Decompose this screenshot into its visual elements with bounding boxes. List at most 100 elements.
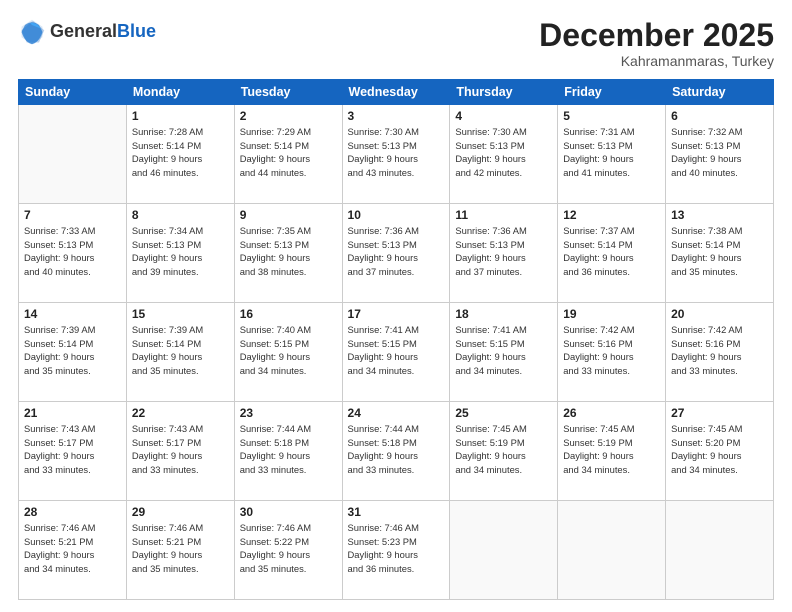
calendar-cell: 7 Sunrise: 7:33 AM Sunset: 5:13 PM Daylig… <box>19 204 127 303</box>
day-number: 29 <box>132 505 229 519</box>
day-info: Sunrise: 7:38 AM Sunset: 5:14 PM Dayligh… <box>671 224 768 279</box>
day-header-saturday: Saturday <box>666 80 774 105</box>
logo-text: GeneralBlue <box>50 22 156 42</box>
calendar-cell <box>19 105 127 204</box>
day-info: Sunrise: 7:31 AM Sunset: 5:13 PM Dayligh… <box>563 125 660 180</box>
calendar-cell: 23Sunrise: 7:44 AM Sunset: 5:18 PM Dayli… <box>234 402 342 501</box>
calendar-cell: 4Sunrise: 7:30 AM Sunset: 5:13 PM Daylig… <box>450 105 558 204</box>
day-number: 15 <box>132 307 229 321</box>
calendar-cell <box>558 501 666 600</box>
calendar-cell: 12 Sunrise: 7:37 AM Sunset: 5:14 PM Dayli… <box>558 204 666 303</box>
month-title: December 2025 <box>539 18 774 53</box>
day-info: Sunrise: 7:28 AM Sunset: 5:14 PM Dayligh… <box>132 125 229 180</box>
day-info: Sunrise: 7:36 AM Sunset: 5:13 PM Dayligh… <box>455 224 552 279</box>
day-info: Sunrise: 7:42 AM Sunset: 5:16 PM Dayligh… <box>563 323 660 378</box>
calendar-cell: 6 Sunrise: 7:32 AM Sunset: 5:13 PM Daylig… <box>666 105 774 204</box>
day-number: 25 <box>455 406 552 420</box>
day-info: Sunrise: 7:34 AM Sunset: 5:13 PM Dayligh… <box>132 224 229 279</box>
calendar-cell: 25 Sunrise: 7:45 AM Sunset: 5:19 PM Dayli… <box>450 402 558 501</box>
day-number: 24 <box>348 406 445 420</box>
day-number: 26 <box>563 406 660 420</box>
location: Kahramanmaras, Turkey <box>539 53 774 69</box>
calendar-cell: 19Sunrise: 7:42 AM Sunset: 5:16 PM Dayli… <box>558 303 666 402</box>
day-info: Sunrise: 7:36 AM Sunset: 5:13 PM Dayligh… <box>348 224 445 279</box>
calendar-cell: 29Sunrise: 7:46 AM Sunset: 5:21 PM Dayli… <box>126 501 234 600</box>
calendar-cell: 26 Sunrise: 7:45 AM Sunset: 5:19 PM Dayli… <box>558 402 666 501</box>
calendar-cell: 2 Sunrise: 7:29 AM Sunset: 5:14 PM Daylig… <box>234 105 342 204</box>
day-number: 10 <box>348 208 445 222</box>
calendar-cell: 10 Sunrise: 7:36 AM Sunset: 5:13 PM Dayli… <box>342 204 450 303</box>
day-info: Sunrise: 7:33 AM Sunset: 5:13 PM Dayligh… <box>24 224 121 279</box>
day-number: 21 <box>24 406 121 420</box>
day-number: 16 <box>240 307 337 321</box>
day-header-wednesday: Wednesday <box>342 80 450 105</box>
day-info: Sunrise: 7:30 AM Sunset: 5:13 PM Dayligh… <box>348 125 445 180</box>
day-info: Sunrise: 7:32 AM Sunset: 5:13 PM Dayligh… <box>671 125 768 180</box>
calendar-cell: 24 Sunrise: 7:44 AM Sunset: 5:18 PM Dayli… <box>342 402 450 501</box>
week-row-4: 21 Sunrise: 7:43 AM Sunset: 5:17 PM Dayli… <box>19 402 774 501</box>
calendar-cell: 28 Sunrise: 7:46 AM Sunset: 5:21 PM Dayli… <box>19 501 127 600</box>
day-number: 1 <box>132 109 229 123</box>
day-header-tuesday: Tuesday <box>234 80 342 105</box>
day-header-friday: Friday <box>558 80 666 105</box>
day-info: Sunrise: 7:29 AM Sunset: 5:14 PM Dayligh… <box>240 125 337 180</box>
day-info: Sunrise: 7:37 AM Sunset: 5:14 PM Dayligh… <box>563 224 660 279</box>
day-number: 12 <box>563 208 660 222</box>
calendar-cell: 22Sunrise: 7:43 AM Sunset: 5:17 PM Dayli… <box>126 402 234 501</box>
header: GeneralBlue December 2025 Kahramanmaras,… <box>18 18 774 69</box>
calendar-cell: 14 Sunrise: 7:39 AM Sunset: 5:14 PM Dayli… <box>19 303 127 402</box>
day-info: Sunrise: 7:46 AM Sunset: 5:22 PM Dayligh… <box>240 521 337 576</box>
calendar-cell: 8 Sunrise: 7:34 AM Sunset: 5:13 PM Daylig… <box>126 204 234 303</box>
day-number: 3 <box>348 109 445 123</box>
day-number: 11 <box>455 208 552 222</box>
day-info: Sunrise: 7:39 AM Sunset: 5:14 PM Dayligh… <box>24 323 121 378</box>
day-info: Sunrise: 7:43 AM Sunset: 5:17 PM Dayligh… <box>132 422 229 477</box>
calendar-cell: 18 Sunrise: 7:41 AM Sunset: 5:15 PM Dayli… <box>450 303 558 402</box>
day-info: Sunrise: 7:40 AM Sunset: 5:15 PM Dayligh… <box>240 323 337 378</box>
calendar-cell: 11 Sunrise: 7:36 AM Sunset: 5:13 PM Dayli… <box>450 204 558 303</box>
calendar-cell: 9Sunrise: 7:35 AM Sunset: 5:13 PM Daylig… <box>234 204 342 303</box>
logo: GeneralBlue <box>18 18 156 46</box>
day-number: 8 <box>132 208 229 222</box>
calendar-cell <box>666 501 774 600</box>
day-number: 2 <box>240 109 337 123</box>
calendar-header-row: SundayMondayTuesdayWednesdayThursdayFrid… <box>19 80 774 105</box>
calendar-cell: 15Sunrise: 7:39 AM Sunset: 5:14 PM Dayli… <box>126 303 234 402</box>
day-number: 14 <box>24 307 121 321</box>
day-info: Sunrise: 7:42 AM Sunset: 5:16 PM Dayligh… <box>671 323 768 378</box>
day-number: 28 <box>24 505 121 519</box>
day-number: 18 <box>455 307 552 321</box>
logo-line1: General <box>50 21 117 41</box>
day-number: 30 <box>240 505 337 519</box>
day-info: Sunrise: 7:46 AM Sunset: 5:21 PM Dayligh… <box>24 521 121 576</box>
day-info: Sunrise: 7:44 AM Sunset: 5:18 PM Dayligh… <box>348 422 445 477</box>
calendar-cell <box>450 501 558 600</box>
day-number: 31 <box>348 505 445 519</box>
day-number: 17 <box>348 307 445 321</box>
calendar-cell: 31 Sunrise: 7:46 AM Sunset: 5:23 PM Dayli… <box>342 501 450 600</box>
day-info: Sunrise: 7:46 AM Sunset: 5:23 PM Dayligh… <box>348 521 445 576</box>
logo-line2: Blue <box>117 21 156 41</box>
calendar-cell: 3 Sunrise: 7:30 AM Sunset: 5:13 PM Daylig… <box>342 105 450 204</box>
day-number: 13 <box>671 208 768 222</box>
calendar-cell: 17Sunrise: 7:41 AM Sunset: 5:15 PM Dayli… <box>342 303 450 402</box>
day-info: Sunrise: 7:44 AM Sunset: 5:18 PM Dayligh… <box>240 422 337 477</box>
calendar-cell: 16 Sunrise: 7:40 AM Sunset: 5:15 PM Dayli… <box>234 303 342 402</box>
calendar-cell: 20Sunrise: 7:42 AM Sunset: 5:16 PM Dayli… <box>666 303 774 402</box>
calendar-table: SundayMondayTuesdayWednesdayThursdayFrid… <box>18 79 774 600</box>
day-header-thursday: Thursday <box>450 80 558 105</box>
day-number: 5 <box>563 109 660 123</box>
day-number: 6 <box>671 109 768 123</box>
day-number: 27 <box>671 406 768 420</box>
page: GeneralBlue December 2025 Kahramanmaras,… <box>0 0 792 612</box>
day-info: Sunrise: 7:45 AM Sunset: 5:19 PM Dayligh… <box>455 422 552 477</box>
logo-icon <box>18 18 46 46</box>
week-row-3: 14 Sunrise: 7:39 AM Sunset: 5:14 PM Dayli… <box>19 303 774 402</box>
day-header-sunday: Sunday <box>19 80 127 105</box>
day-number: 7 <box>24 208 121 222</box>
day-info: Sunrise: 7:43 AM Sunset: 5:17 PM Dayligh… <box>24 422 121 477</box>
day-info: Sunrise: 7:41 AM Sunset: 5:15 PM Dayligh… <box>455 323 552 378</box>
day-info: Sunrise: 7:45 AM Sunset: 5:19 PM Dayligh… <box>563 422 660 477</box>
calendar-cell: 1 Sunrise: 7:28 AM Sunset: 5:14 PM Daylig… <box>126 105 234 204</box>
day-info: Sunrise: 7:45 AM Sunset: 5:20 PM Dayligh… <box>671 422 768 477</box>
